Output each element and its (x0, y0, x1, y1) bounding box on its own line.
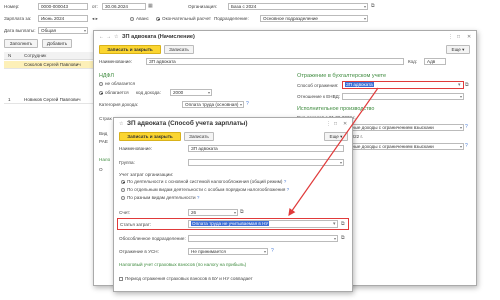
annotation-arrow (288, 87, 379, 216)
